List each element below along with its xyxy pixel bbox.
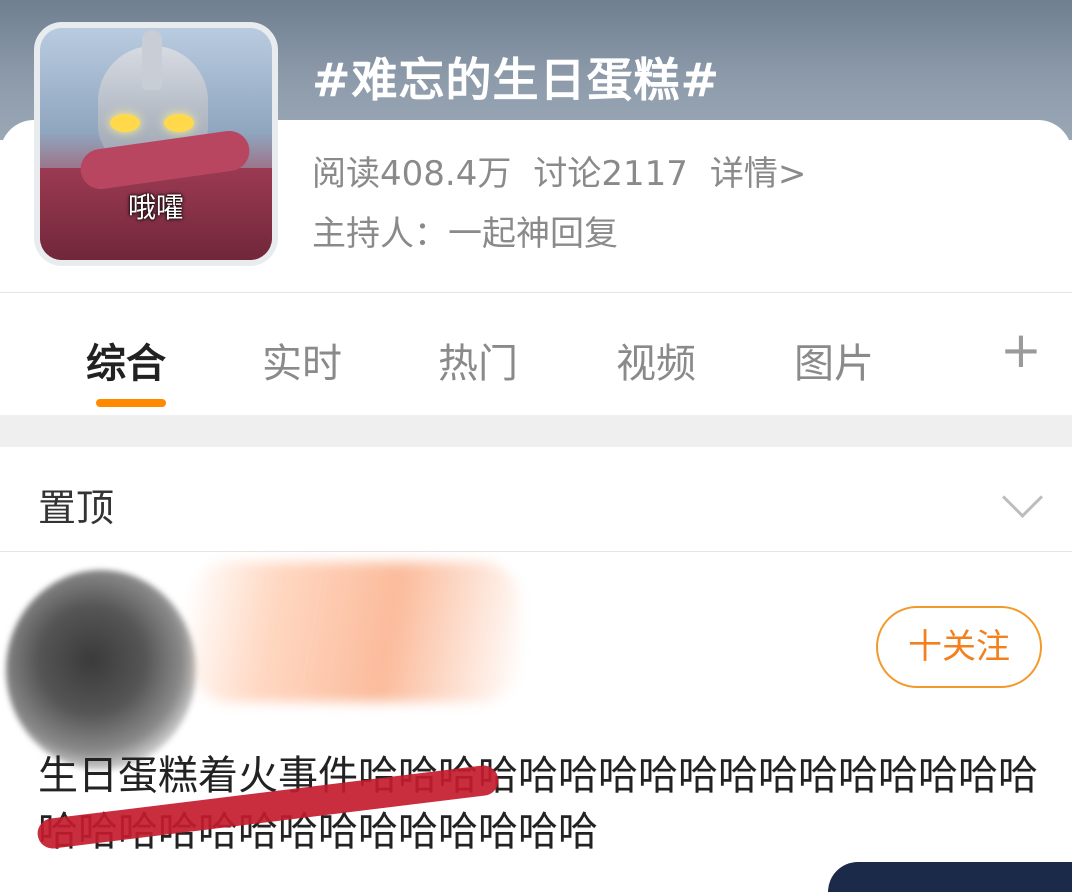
topic-avatar-image: 哦嚯 [40, 28, 272, 260]
details-link[interactable]: 详情> [710, 154, 807, 194]
topic-host[interactable]: 主持人：一起神回复 [312, 206, 618, 255]
active-tab-indicator [96, 399, 166, 407]
post-card: 十关注 生日蛋糕着火事件哈哈哈哈哈哈哈哈哈哈哈哈哈哈哈哈哈哈哈哈哈哈哈哈哈哈哈哈… [0, 552, 1072, 892]
read-count: 阅读408.4万 [312, 154, 512, 194]
add-tab-icon[interactable]: + [1000, 321, 1042, 379]
hero-eye-right [164, 114, 194, 132]
pinned-section[interactable]: 置顶 [0, 447, 1072, 551]
tab-comprehensive[interactable]: 综合 [86, 331, 166, 389]
hero-crest-shape [142, 30, 162, 90]
media-thumbnail[interactable] [828, 862, 1072, 892]
discussion-count: 讨论2117 [533, 154, 688, 194]
avatar-caption: 哦嚯 [127, 191, 184, 224]
tab-hot[interactable]: 热门 [438, 331, 518, 389]
topic-stats: 阅读408.4万 讨论2117 详情> [312, 146, 828, 195]
tab-video[interactable]: 视频 [616, 331, 696, 389]
hero-eye-left [110, 114, 140, 132]
redacted-user-name [190, 562, 520, 702]
tab-images[interactable]: 图片 [794, 331, 874, 389]
redacted-user-avatar[interactable] [6, 570, 196, 770]
topic-title: #难忘的生日蛋糕# [312, 53, 721, 107]
topic-avatar[interactable]: 哦嚯 [34, 22, 278, 266]
chevron-down-icon[interactable] [1001, 476, 1044, 519]
pinned-label: 置顶 [38, 486, 115, 530]
tab-realtime[interactable]: 实时 [262, 331, 342, 389]
follow-button[interactable]: 十关注 [876, 606, 1042, 688]
tab-bar: 综合 实时 热门 视频 图片 + [0, 293, 1072, 415]
section-gap [0, 415, 1072, 447]
